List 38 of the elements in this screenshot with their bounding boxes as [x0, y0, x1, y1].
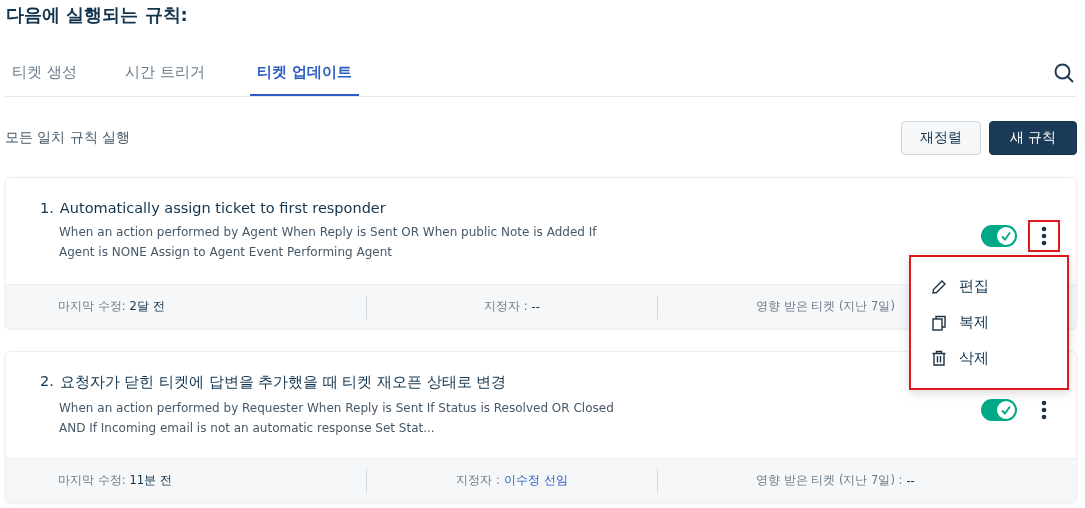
- copy-icon: [931, 314, 947, 331]
- affected-tickets-value: --: [906, 473, 915, 488]
- more-options-button[interactable]: [1028, 220, 1060, 252]
- tab[interactable]: 티켓 생성: [5, 50, 84, 96]
- tab[interactable]: 티켓 업데이트: [249, 50, 359, 96]
- affected-tickets-label: 영향 받은 티켓 (지난 7일) :: [756, 473, 903, 488]
- page-heading: 다음에 실행되는 규칙:: [6, 3, 188, 27]
- menu-item[interactable]: 복제: [911, 304, 1067, 341]
- modified-label: 마지막 수정:: [58, 299, 126, 314]
- assignee-value: --: [531, 299, 540, 314]
- new-rule-button[interactable]: 새 규칙: [988, 120, 1077, 155]
- modified-value: 2달 전: [129, 299, 165, 314]
- check-icon: [1000, 404, 1012, 416]
- check-icon: [1000, 230, 1012, 242]
- tab[interactable]: 시간 트리거: [117, 50, 212, 96]
- rule-title[interactable]: 요청자가 닫힌 티켓에 답변을 추가했을 때 티켓 재오픈 상태로 변경: [59, 372, 507, 392]
- search-icon[interactable]: [1053, 62, 1075, 84]
- modified-label: 마지막 수정:: [58, 473, 126, 488]
- more-icon: [1041, 226, 1047, 246]
- more-icon: [1041, 400, 1047, 420]
- modified-value: 11분 전: [129, 473, 172, 488]
- run-mode-label: 모든 일치 규칙 실행: [5, 128, 131, 147]
- assignee-link[interactable]: 이수정 선임: [503, 473, 568, 488]
- assignee-label: 지정자 :: [484, 299, 528, 314]
- pencil-icon: [931, 278, 947, 295]
- rule-description: When an action performed by Agent When Reply is Sent OR When public Note is Added If Agent is NONE Assign to Agent Event Performing Agent: [59, 224, 598, 261]
- toggle-switch[interactable]: [981, 225, 1017, 247]
- toggle-switch[interactable]: [981, 399, 1017, 421]
- affected-tickets-label: 영향 받은 티켓 (지난 7일): [756, 299, 895, 314]
- menu-item[interactable]: 편집: [911, 269, 1067, 305]
- reorder-button[interactable]: 재정렬: [900, 120, 981, 155]
- trash-icon: [931, 350, 947, 367]
- menu-item[interactable]: 삭제: [911, 340, 1067, 376]
- rule-number: 1.: [40, 200, 54, 216]
- rule-number: 2.: [40, 372, 54, 391]
- rule-description: When an action performed by Requester When Reply is Sent If Status is Resolved OR Closed AND If Incoming email is not an automatic response Set Stat...: [59, 399, 615, 437]
- rule-title[interactable]: Automatically assign ticket to first responder: [59, 200, 386, 216]
- assignee-label: 지정자 :: [456, 473, 500, 488]
